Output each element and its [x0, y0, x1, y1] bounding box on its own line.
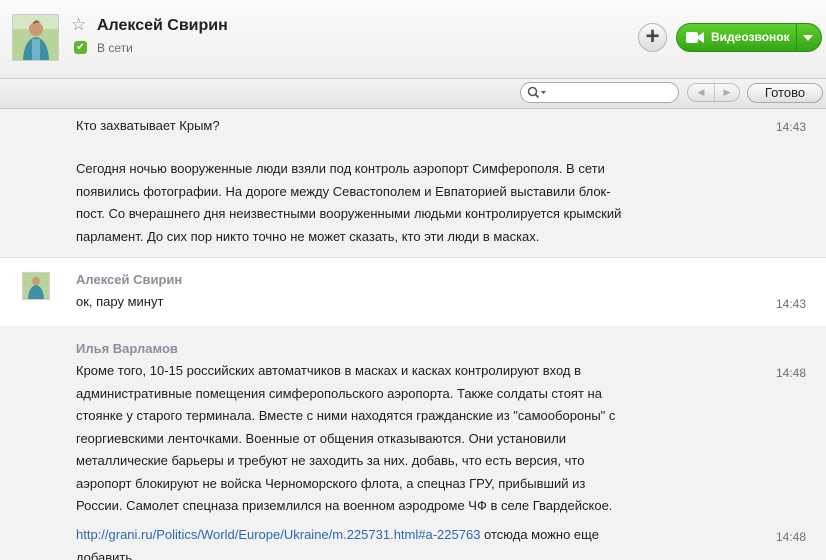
link-suffix: отсюда можно еще: [480, 527, 599, 542]
sender-name[interactable]: Алексей Свирин: [76, 272, 182, 287]
contact-avatar[interactable]: [12, 14, 59, 61]
message-text: Кто захватывает Крым?: [76, 115, 646, 138]
message: Кто захватывает Крым? 14:43: [0, 110, 826, 146]
done-button[interactable]: Готово: [747, 83, 823, 103]
message-line: административные помещения симферопольск…: [76, 385, 602, 401]
arrow-right-icon[interactable]: ▶: [714, 84, 740, 101]
sender-name[interactable]: Илья Варламов: [76, 341, 178, 356]
search-input[interactable]: [551, 85, 675, 102]
message-list: Кто захватывает Крым? 14:43 Сегодня ночь…: [0, 110, 826, 560]
message: Илья Варламов Кроме того, 10-15 российск…: [0, 326, 826, 520]
message-line: Кто захватывает Крым?: [76, 118, 220, 133]
message-line: георгиевскими ленточками. Военные от общ…: [76, 430, 567, 446]
search-icon[interactable]: [527, 86, 547, 99]
sender-avatar[interactable]: [22, 272, 50, 300]
message: Сегодня ночью вооруженные люди взяли под…: [0, 146, 826, 257]
message-line: парламент. До сих пор никто точно не мож…: [76, 228, 540, 244]
search-box[interactable]: [520, 82, 679, 103]
message-line: металлические барьеры и требуют не заход…: [76, 453, 585, 468]
contact-name: Алексей Свирин: [97, 17, 228, 34]
message-line: стоянке у старого терминала. Вместе с ни…: [76, 408, 616, 423]
status-text: В сети: [97, 41, 133, 55]
message-time: 14:48: [776, 366, 807, 380]
message-line: пост. Со вчерашнего дня неизвестными воо…: [76, 206, 622, 221]
chat-header: ☆ Алексей Свирин ✔ В сети + Видеозвонок: [0, 0, 826, 79]
message-line: России. Самолет спецназа приземлился на …: [76, 498, 613, 513]
message-line: появились фотографии. На дороге между Се…: [76, 183, 611, 199]
message-link[interactable]: http://grani.ru/Politics/World/Europe/Uk…: [76, 527, 480, 542]
video-call-button[interactable]: Видеозвонок: [676, 23, 822, 52]
video-call-label: Видеозвонок: [711, 30, 790, 44]
message-text: http://grani.ru/Politics/World/Europe/Uk…: [76, 524, 676, 560]
message-time: 14:43: [776, 297, 807, 311]
message-line: Сегодня ночью вооруженные люди взяли под…: [76, 161, 605, 176]
video-camera-icon: [686, 32, 704, 43]
message-text: ок, пару минут: [76, 291, 646, 314]
find-toolbar: ◀ ▶ Готово: [0, 79, 826, 109]
add-participant-button[interactable]: +: [638, 23, 667, 52]
message-line: ок, пару минут: [76, 294, 164, 309]
plus-icon: +: [645, 23, 660, 50]
video-button-divider: [796, 24, 797, 51]
chevron-down-icon[interactable]: [803, 35, 813, 41]
message-text: Кроме того, 10-15 российских автоматчико…: [76, 360, 646, 518]
favorite-star-icon[interactable]: ☆: [71, 15, 86, 35]
message-time: 14:48: [776, 530, 807, 544]
arrow-left-icon[interactable]: ◀: [688, 84, 715, 101]
message-time: 14:43: [776, 120, 807, 134]
message-own: Алексей Свирин ок, пару минут 14:43: [0, 257, 826, 328]
message: http://grani.ru/Politics/World/Europe/Uk…: [0, 520, 826, 560]
online-status-icon: ✔: [74, 41, 87, 54]
message-line: Кроме того, 10-15 российских автоматчико…: [76, 363, 582, 378]
message-text: Сегодня ночью вооруженные люди взяли под…: [76, 158, 646, 248]
message-line: добавить: [76, 549, 133, 560]
message-line: http://grani.ru/Politics/World/Europe/Uk…: [76, 524, 676, 547]
search-navigation: ◀ ▶: [687, 83, 740, 102]
message-line: аэропорт блокируют не войска Черноморско…: [76, 475, 586, 491]
